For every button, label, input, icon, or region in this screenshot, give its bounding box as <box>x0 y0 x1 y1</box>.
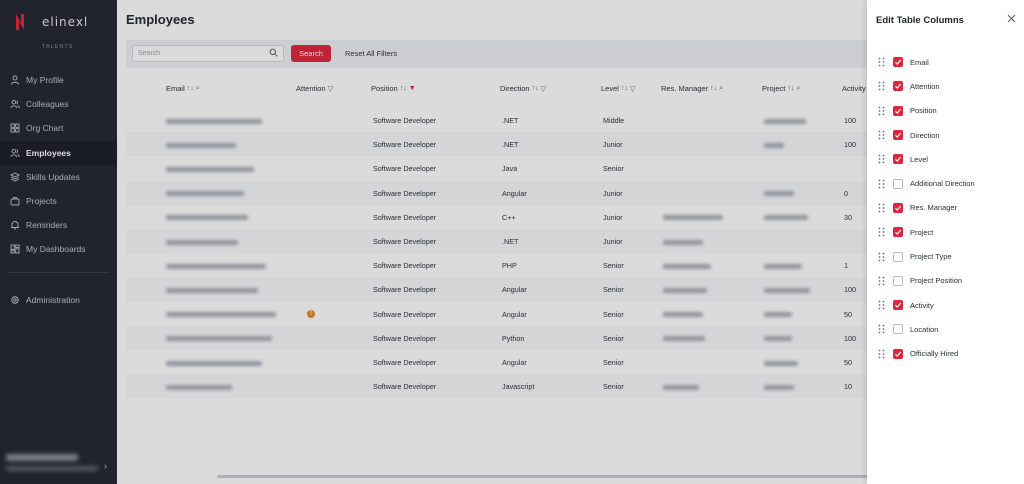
column-option-direction[interactable]: Direction <box>867 123 1024 147</box>
drag-handle-icon[interactable] <box>878 57 885 67</box>
drag-handle-icon[interactable] <box>878 130 885 140</box>
column-option-label: Direction <box>910 130 940 140</box>
column-checkbox[interactable] <box>893 154 903 165</box>
drag-handle-icon[interactable] <box>878 179 885 189</box>
column-checkbox[interactable] <box>893 202 903 213</box>
column-option-label: Project Type <box>910 252 952 262</box>
column-list: Email Attention Position Direction Level Addi… <box>867 50 1024 366</box>
column-option-res-manager[interactable]: Res. Manager <box>867 196 1024 220</box>
column-option-position[interactable]: Position <box>867 99 1024 123</box>
close-icon[interactable] <box>1007 14 1016 26</box>
column-checkbox[interactable] <box>893 348 903 359</box>
drag-handle-icon[interactable] <box>878 324 885 334</box>
column-option-level[interactable]: Level <box>867 147 1024 171</box>
column-option-label: Level <box>910 154 928 164</box>
drag-handle-icon[interactable] <box>878 106 885 116</box>
column-option-label: Officially Hired <box>910 349 959 359</box>
drag-handle-icon[interactable] <box>878 227 885 237</box>
drag-handle-icon[interactable] <box>878 276 885 286</box>
column-option-officially-hired[interactable]: Officially Hired <box>867 342 1024 366</box>
column-option-label: Email <box>910 57 929 67</box>
column-option-additional-direction[interactable]: Additional Direction <box>867 171 1024 195</box>
panel-title: Edit Table Columns <box>876 15 964 26</box>
column-option-project-position[interactable]: Project Position <box>867 269 1024 293</box>
column-option-activity[interactable]: Activity <box>867 293 1024 317</box>
column-option-location[interactable]: Location <box>867 317 1024 341</box>
column-option-label: Position <box>910 106 937 116</box>
column-option-label: Location <box>910 324 939 334</box>
column-option-label: Res. Manager <box>910 203 958 213</box>
edit-columns-panel: Edit Table Columns Email Attention Positio… <box>867 0 1024 484</box>
column-checkbox[interactable] <box>893 130 903 141</box>
column-checkbox[interactable] <box>893 227 903 238</box>
modal-overlay[interactable] <box>0 0 867 484</box>
column-option-attention[interactable]: Attention <box>867 74 1024 98</box>
column-option-label: Activity <box>910 300 934 310</box>
column-option-label: Attention <box>910 81 940 91</box>
column-option-label: Additional Direction <box>910 179 975 189</box>
drag-handle-icon[interactable] <box>878 203 885 213</box>
drag-handle-icon[interactable] <box>878 154 885 164</box>
column-checkbox[interactable] <box>893 275 903 286</box>
drag-handle-icon[interactable] <box>878 349 885 359</box>
column-checkbox[interactable] <box>893 324 903 335</box>
column-option-label: Project Position <box>910 276 963 286</box>
column-option-email[interactable]: Email <box>867 50 1024 74</box>
drag-handle-icon[interactable] <box>878 81 885 91</box>
column-checkbox[interactable] <box>893 178 903 189</box>
column-option-label: Project <box>910 227 934 237</box>
drag-handle-icon[interactable] <box>878 252 885 262</box>
column-option-project-type[interactable]: Project Type <box>867 244 1024 268</box>
column-checkbox[interactable] <box>893 300 903 311</box>
column-checkbox[interactable] <box>893 57 903 68</box>
column-checkbox[interactable] <box>893 251 903 262</box>
drag-handle-icon[interactable] <box>878 300 885 310</box>
column-option-project[interactable]: Project <box>867 220 1024 244</box>
column-checkbox[interactable] <box>893 81 903 92</box>
column-checkbox[interactable] <box>893 105 903 116</box>
